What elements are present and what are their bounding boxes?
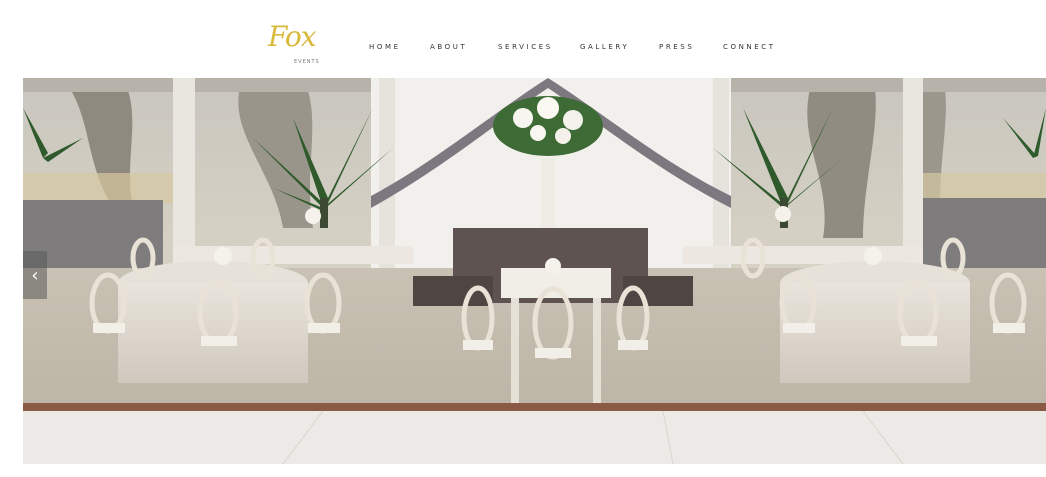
nav-item-about[interactable]: ABOUT (430, 43, 467, 51)
logo-subtitle: EVENTS (294, 59, 320, 65)
nav-item-connect[interactable]: CONNECT (723, 43, 776, 51)
event-venue-photo (23, 78, 1046, 464)
chevron-left-icon: ‹ (31, 264, 39, 286)
nav-item-press[interactable]: PRESS (659, 43, 694, 51)
site-header: Fox EVENTS HOME ABOUT SERVICES GALLERY P… (0, 0, 1046, 78)
fox-events-logo[interactable]: Fox EVENTS (268, 20, 324, 70)
nav-item-gallery[interactable]: GALLERY (580, 43, 629, 51)
nav-item-home[interactable]: HOME (369, 43, 401, 51)
hero-slider-image (23, 78, 1046, 464)
nav-item-services[interactable]: SERVICES (498, 43, 553, 51)
slider-prev-button[interactable]: ‹ (23, 251, 47, 299)
logo-script: Fox (268, 20, 317, 53)
